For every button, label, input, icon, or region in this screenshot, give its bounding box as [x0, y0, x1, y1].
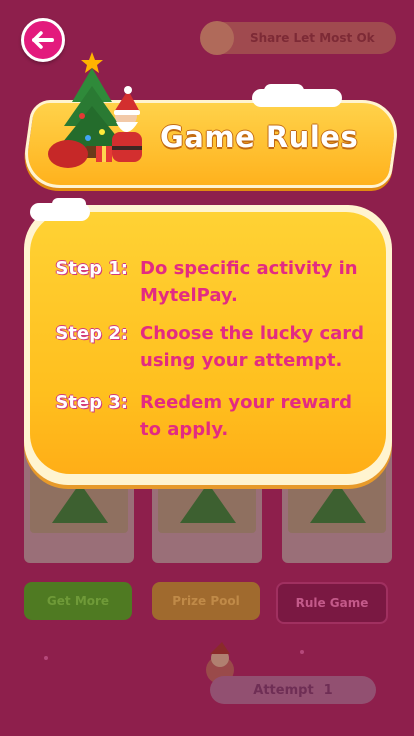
rule-step-label: Step 3: [55, 392, 128, 413]
prize-pool-button: Prize Pool [152, 582, 260, 620]
get-more-button: Get More [24, 582, 132, 620]
rule-step-text: Do specific activity in MytelPay. [140, 258, 358, 306]
tree-icon [180, 483, 236, 523]
tree-icon [310, 483, 366, 523]
rule-step-label: Step 2: [55, 323, 128, 344]
rule-step-text: Reedem your reward to apply. [140, 392, 353, 440]
rule-step: Step 2: Choose the lucky card using your… [40, 320, 370, 374]
rule-step: Step 3: Reedem your reward to apply. [40, 389, 370, 443]
snow-dot [300, 650, 304, 654]
rule-step-label: Step 1: [55, 258, 128, 279]
snow-cap [52, 198, 86, 210]
share-pill: Share Let Most Ok [200, 21, 396, 55]
rule-game-button: Rule Game [276, 582, 388, 624]
rule-step-text: Choose the lucky card using your attempt… [140, 323, 365, 371]
attempt-label: Attempt [253, 682, 314, 698]
attempt-count: 1 [323, 682, 333, 698]
share-text: Share Let Most Ok [250, 31, 375, 45]
avatar [200, 21, 234, 55]
christmas-tree-santa-icon [48, 52, 142, 168]
attempt-pill: Attempt 1 [210, 676, 376, 704]
tree-icon [52, 483, 108, 523]
rule-step: Step 1: Do specific activity in MytelPay… [40, 255, 370, 309]
page-title: Game Rules [160, 120, 359, 154]
snow-dot [44, 656, 48, 660]
snow-cap [264, 84, 304, 98]
